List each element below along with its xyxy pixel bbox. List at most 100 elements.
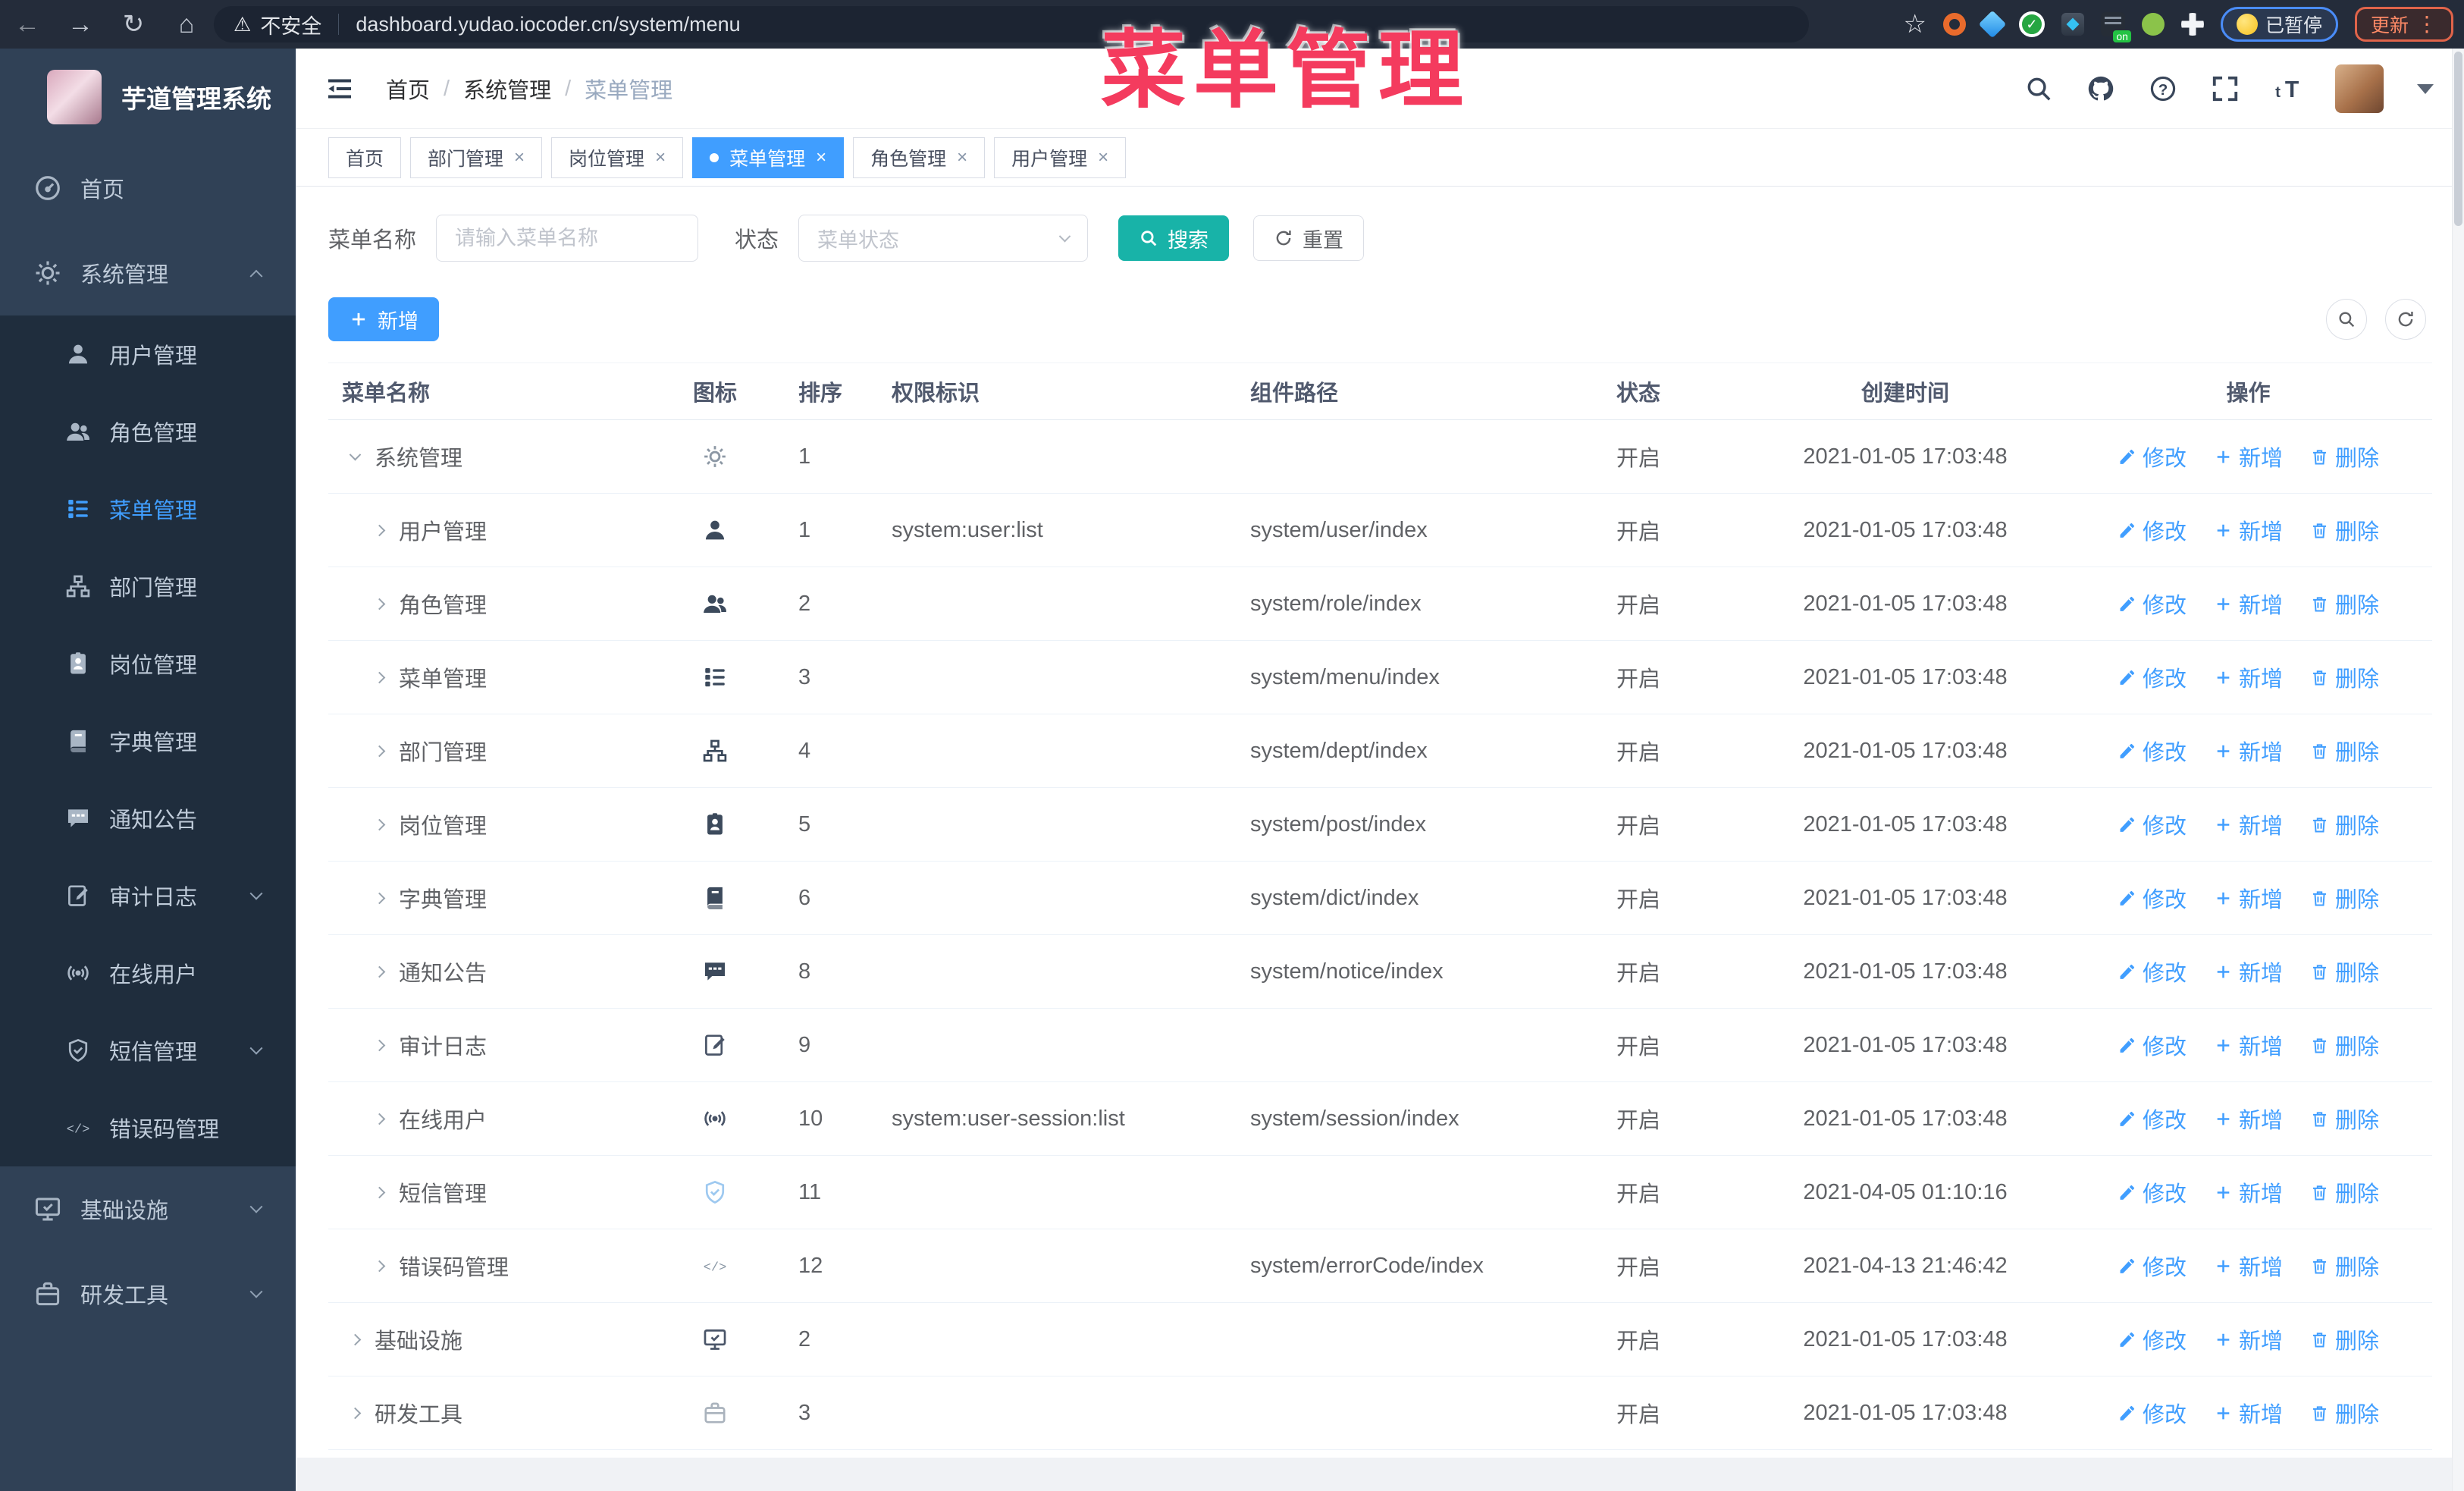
sidebar-subitem-1-4[interactable]: 岗位管理	[0, 625, 296, 702]
tab-close-icon[interactable]: ×	[816, 148, 826, 167]
add-action[interactable]: 新增	[2214, 514, 2283, 546]
sidebar-subitem-1-8[interactable]: 在线用户	[0, 934, 296, 1012]
delete-action[interactable]: 删除	[2310, 441, 2379, 472]
extension-bug-icon[interactable]	[2141, 13, 2165, 36]
sidebar-item-1[interactable]: 系统管理	[0, 231, 296, 315]
delete-action[interactable]: 删除	[2310, 1029, 2379, 1061]
delete-action[interactable]: 删除	[2310, 661, 2379, 693]
delete-action[interactable]: 删除	[2310, 588, 2379, 620]
tab-3[interactable]: 菜单管理 ×	[692, 137, 845, 178]
add-action[interactable]: 新增	[2214, 1323, 2283, 1355]
sidebar-subitem-1-5[interactable]: 字典管理	[0, 702, 296, 780]
sidebar-logo-row[interactable]: 芋道管理系统	[0, 49, 296, 146]
row-expand-icon[interactable]	[349, 1407, 362, 1419]
edit-action[interactable]: 修改	[2118, 1397, 2187, 1429]
row-expand-icon[interactable]	[349, 1333, 362, 1345]
delete-action[interactable]: 删除	[2310, 1176, 2379, 1208]
edit-action[interactable]: 修改	[2118, 588, 2187, 620]
reset-button[interactable]: 重置	[1253, 215, 1365, 261]
user-avatar[interactable]	[2335, 64, 2384, 113]
sidebar-subitem-1-1[interactable]: 角色管理	[0, 393, 296, 470]
row-expand-icon[interactable]	[373, 1260, 386, 1272]
extension-tabs-icon[interactable]: on	[2100, 12, 2131, 42]
add-action[interactable]: 新增	[2214, 441, 2283, 472]
row-expand-icon[interactable]	[373, 598, 386, 610]
update-button[interactable]: 更新 ⋮	[2354, 7, 2453, 42]
sidebar-subitem-1-2[interactable]: 菜单管理	[0, 470, 296, 548]
scrollbar-thumb[interactable]	[2454, 52, 2462, 226]
help-icon[interactable]: ?	[2149, 74, 2177, 103]
browser-reload-icon[interactable]: ↻	[109, 0, 158, 49]
tab-close-icon[interactable]: ×	[655, 148, 666, 167]
row-expand-icon[interactable]	[373, 892, 386, 904]
edit-action[interactable]: 修改	[2118, 1029, 2187, 1061]
browser-home-icon[interactable]: ⌂	[162, 0, 211, 49]
add-action[interactable]: 新增	[2214, 1176, 2283, 1208]
browser-scrollbar[interactable]	[2452, 49, 2464, 1491]
sidebar-subitem-1-7[interactable]: 审计日志	[0, 857, 296, 934]
edit-action[interactable]: 修改	[2118, 441, 2187, 472]
sidebar-item-0[interactable]: 首页	[0, 146, 296, 231]
row-expand-icon[interactable]	[373, 818, 386, 830]
row-expand-icon[interactable]	[373, 965, 386, 978]
address-bar[interactable]: ⚠ 不安全 dashboard.yudao.iocoder.cn/system/…	[214, 6, 1809, 42]
search-button[interactable]: 搜索	[1118, 215, 1230, 261]
fullscreen-icon[interactable]	[2211, 74, 2240, 103]
add-action[interactable]: 新增	[2214, 735, 2283, 767]
github-icon[interactable]	[2086, 74, 2115, 103]
edit-action[interactable]: 修改	[2118, 808, 2187, 840]
delete-action[interactable]: 删除	[2310, 1250, 2379, 1282]
row-expand-icon[interactable]	[349, 448, 362, 460]
add-action[interactable]: 新增	[2214, 1029, 2283, 1061]
sidebar-fold-icon[interactable]	[324, 74, 356, 104]
add-action[interactable]: 新增	[2214, 588, 2283, 620]
delete-action[interactable]: 删除	[2310, 735, 2379, 767]
delete-action[interactable]: 删除	[2310, 1397, 2379, 1429]
sidebar-item-3[interactable]: 研发工具	[0, 1251, 296, 1336]
breadcrumb-item-0[interactable]: 首页	[386, 73, 430, 105]
add-action[interactable]: 新增	[2214, 1397, 2283, 1429]
edit-action[interactable]: 修改	[2118, 1250, 2187, 1282]
delete-action[interactable]: 删除	[2310, 808, 2379, 840]
sidebar-subitem-1-6[interactable]: 通知公告	[0, 780, 296, 857]
delete-action[interactable]: 删除	[2310, 514, 2379, 546]
edit-action[interactable]: 修改	[2118, 956, 2187, 987]
extension-gem-icon[interactable]	[1978, 10, 2007, 39]
row-expand-icon[interactable]	[373, 1039, 386, 1051]
tab-close-icon[interactable]: ×	[514, 148, 525, 167]
tab-1[interactable]: 部门管理 ×	[410, 137, 543, 178]
tab-2[interactable]: 岗位管理 ×	[551, 137, 684, 178]
delete-action[interactable]: 删除	[2310, 1323, 2379, 1355]
search-icon[interactable]	[2024, 74, 2053, 103]
tab-close-icon[interactable]: ×	[957, 148, 967, 167]
status-select[interactable]: 菜单状态	[798, 215, 1089, 262]
bookmark-star-icon[interactable]: ☆	[1903, 9, 1926, 39]
extension-puzzle-icon[interactable]	[2180, 13, 2204, 36]
font-size-icon[interactable]: tT	[2273, 74, 2302, 103]
row-expand-icon[interactable]	[373, 1113, 386, 1125]
menu-name-input[interactable]	[436, 215, 699, 262]
edit-action[interactable]: 修改	[2118, 735, 2187, 767]
edit-action[interactable]: 修改	[2118, 514, 2187, 546]
paused-badge[interactable]: 已暂停	[2220, 7, 2338, 42]
row-expand-icon[interactable]	[373, 671, 386, 683]
show-search-toggle-button[interactable]	[2326, 299, 2367, 340]
add-action[interactable]: 新增	[2214, 808, 2283, 840]
add-action[interactable]: 新增	[2214, 661, 2283, 693]
edit-action[interactable]: 修改	[2118, 882, 2187, 914]
tab-0[interactable]: 首页	[328, 137, 402, 178]
add-action[interactable]: 新增	[2214, 882, 2283, 914]
add-action[interactable]: 新增	[2214, 956, 2283, 987]
extension-ubuntu-icon[interactable]	[1942, 13, 1966, 36]
delete-action[interactable]: 删除	[2310, 882, 2379, 914]
delete-action[interactable]: 删除	[2310, 956, 2379, 987]
sidebar-subitem-1-3[interactable]: 部门管理	[0, 548, 296, 625]
sidebar-item-2[interactable]: 基础设施	[0, 1166, 296, 1251]
add-action[interactable]: 新增	[2214, 1250, 2283, 1282]
chevron-down-icon[interactable]	[2417, 83, 2434, 94]
tab-close-icon[interactable]: ×	[1098, 148, 1108, 167]
tab-5[interactable]: 用户管理 ×	[994, 137, 1127, 178]
add-button[interactable]: 新增	[328, 297, 439, 341]
delete-action[interactable]: 删除	[2310, 1103, 2379, 1135]
sidebar-subitem-1-10[interactable]: </> 错误码管理	[0, 1089, 296, 1166]
